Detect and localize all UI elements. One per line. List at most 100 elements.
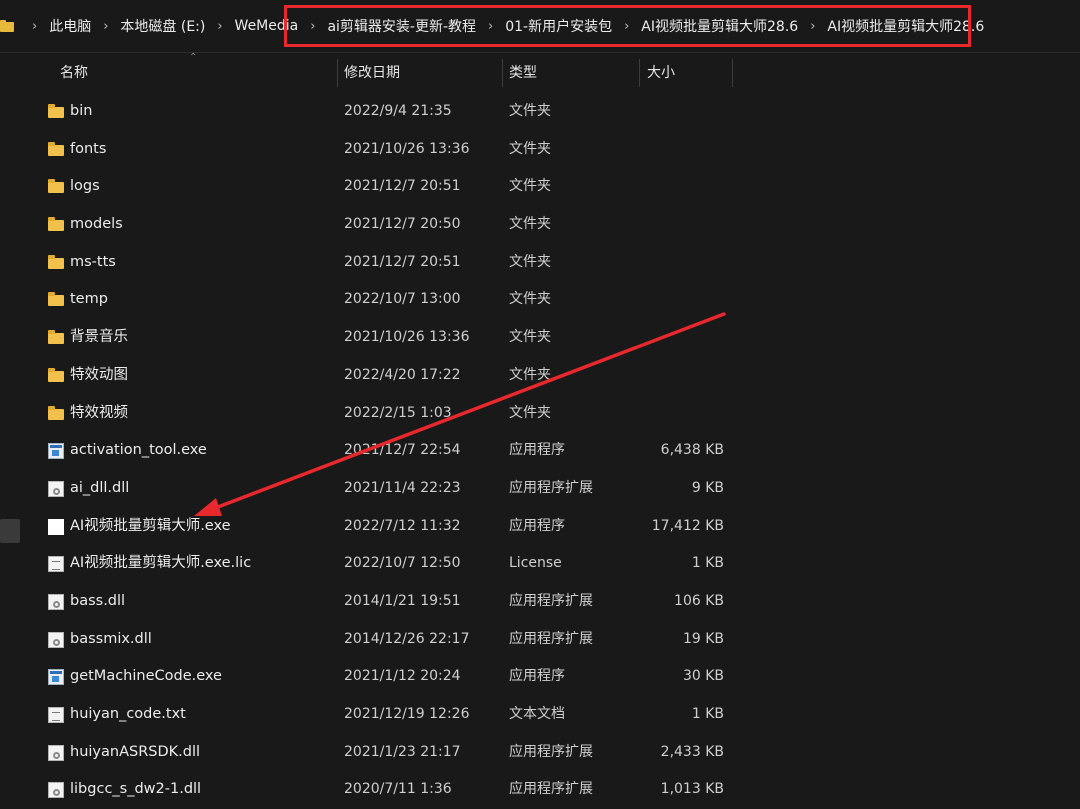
file-row[interactable]: bassmix.dll 2014/12/26 22:17 应用程序扩展 19 KB	[24, 621, 1080, 659]
address-bar[interactable]: › 此电脑 › 本地磁盘 (E:) › WeMedia › ai剪辑器安装-更新…	[0, 0, 1080, 53]
file-type: License	[509, 555, 562, 572]
file-name: bass.dll	[70, 592, 126, 609]
file-list: bin 2022/9/4 21:35 文件夹 fonts 2021/10/26 13:3…	[24, 93, 1080, 809]
file-row[interactable]: ms-tts 2021/12/7 20:51 文件夹	[24, 244, 1080, 282]
column-header-name[interactable]: 名称	[60, 53, 88, 93]
file-name: activation_tool.exe	[70, 442, 207, 459]
file-row[interactable]: AI视频批量剪辑大师.exe.lic 2022/10/7 12:50 License…	[24, 545, 1080, 583]
file-name: 特效动图	[70, 366, 128, 383]
file-name: logs	[70, 178, 100, 195]
doc-icon	[48, 556, 64, 573]
file-row[interactable]: 特效视频 2022/2/15 1:03 文件夹	[24, 395, 1080, 433]
column-header-type[interactable]: 类型	[509, 53, 537, 93]
breadcrumb-item-drive-e[interactable]: 本地磁盘 (E:)	[116, 16, 209, 36]
file-row[interactable]: bass.dll 2014/1/21 19:51 应用程序扩展 106 KB	[24, 583, 1080, 621]
chevron-right-icon[interactable]: ›	[209, 19, 230, 34]
file-size	[624, 168, 724, 206]
chevron-right-icon[interactable]: ›	[802, 19, 823, 34]
breadcrumb-item-install-pack[interactable]: 01-新用户安装包	[501, 16, 616, 36]
column-divider[interactable]	[502, 59, 503, 87]
file-size	[624, 244, 724, 282]
file-row[interactable]: bin 2022/9/4 21:35 文件夹	[24, 93, 1080, 131]
folder-icon	[48, 254, 64, 271]
folder-icon	[48, 179, 64, 195]
file-date-modified: 2021/12/7 20:51	[344, 178, 461, 195]
file-date-modified: 2022/10/7 12:50	[344, 555, 461, 572]
exe-icon	[48, 443, 64, 460]
file-type: 应用程序扩展	[509, 479, 593, 496]
breadcrumb-item-current[interactable]: AI视频批量剪辑大师28.6	[823, 16, 988, 36]
nav-pane-selected-item[interactable]	[0, 519, 20, 543]
file-size	[624, 131, 724, 169]
file-type: 文件夹	[509, 329, 551, 346]
blank-exe-icon	[48, 518, 64, 535]
file-name: getMachineCode.exe	[70, 668, 222, 685]
dll-icon	[48, 593, 64, 610]
breadcrumb-item-this-pc[interactable]: 此电脑	[45, 16, 95, 36]
file-date-modified: 2021/1/12 20:24	[344, 668, 461, 685]
file-row[interactable]: activation_tool.exe 2021/12/7 22:54 应用程序 6,…	[24, 432, 1080, 470]
file-name: models	[70, 216, 123, 233]
column-header-date[interactable]: 修改日期	[344, 53, 400, 93]
file-row[interactable]: getMachineCode.exe 2021/1/12 20:24 应用程序 30 …	[24, 658, 1080, 696]
file-type: 文件夹	[509, 366, 551, 383]
sort-caret-icon: ⌃	[189, 52, 198, 63]
file-size	[624, 93, 724, 131]
file-row[interactable]: huiyanASRSDK.dll 2021/1/23 21:17 应用程序扩展 2,4…	[24, 734, 1080, 772]
file-type: 应用程序	[509, 442, 565, 459]
file-size: 6,438 KB	[660, 442, 724, 459]
file-type: 应用程序扩展	[509, 743, 593, 760]
file-type: 文件夹	[509, 404, 551, 421]
file-name: fonts	[70, 140, 107, 157]
file-size: 9 KB	[691, 479, 724, 496]
file-row[interactable]: models 2021/12/7 20:50 文件夹	[24, 206, 1080, 244]
chevron-right-icon[interactable]: ›	[24, 19, 45, 34]
folder-icon	[48, 330, 64, 346]
chevron-right-icon[interactable]: ›	[480, 19, 501, 34]
file-size: 1 KB	[691, 706, 724, 722]
column-divider[interactable]	[732, 59, 733, 87]
chevron-right-icon[interactable]: ›	[616, 19, 637, 34]
navigation-pane	[0, 53, 22, 800]
file-row[interactable]: temp 2022/10/7 13:00 文件夹	[24, 281, 1080, 319]
file-row[interactable]: ai_dll.dll 2021/11/4 22:23 应用程序扩展 9 KB	[24, 470, 1080, 508]
file-row[interactable]: huiyan_code.txt 2021/12/19 12:26 文本文档 1 KB	[24, 696, 1080, 734]
breadcrumb-item-app-folder[interactable]: AI视频批量剪辑大师28.6	[637, 16, 802, 36]
file-size	[624, 281, 724, 319]
breadcrumb: › 此电脑 › 本地磁盘 (E:) › WeMedia › ai剪辑器安装-更新…	[0, 0, 988, 52]
file-size	[624, 206, 724, 244]
file-size	[624, 319, 724, 357]
chevron-right-icon[interactable]: ›	[95, 19, 116, 34]
file-row[interactable]: fonts 2021/10/26 13:36 文件夹	[24, 131, 1080, 169]
file-name: huiyan_code.txt	[70, 706, 186, 722]
dll-icon	[48, 631, 64, 648]
file-type: 文件夹	[509, 253, 551, 270]
file-date-modified: 2014/1/21 19:51	[344, 592, 461, 609]
file-name: bin	[70, 103, 93, 119]
file-row[interactable]: libgcc_s_dw2-1.dll 2020/7/11 1:36 应用程序扩展 1,…	[24, 771, 1080, 809]
file-size: 30 KB	[682, 668, 724, 685]
file-row[interactable]: logs 2021/12/7 20:51 文件夹	[24, 168, 1080, 206]
folder-icon	[48, 141, 64, 158]
column-divider[interactable]	[639, 59, 640, 87]
file-name: 背景音乐	[70, 329, 128, 346]
file-type: 应用程序扩展	[509, 592, 593, 609]
file-size	[624, 395, 724, 433]
file-row[interactable]: 背景音乐 2021/10/26 13:36 文件夹	[24, 319, 1080, 357]
file-date-modified: 2022/4/20 17:22	[344, 366, 461, 383]
file-size: 19 KB	[682, 630, 724, 647]
column-header-size[interactable]: 大小	[647, 53, 675, 93]
chevron-right-icon[interactable]: ›	[302, 19, 323, 34]
folder-icon	[48, 292, 64, 308]
file-date-modified: 2021/12/7 22:54	[344, 442, 461, 459]
breadcrumb-item-tutorial[interactable]: ai剪辑器安装-更新-教程	[323, 16, 480, 36]
breadcrumb-item-wemedia[interactable]: WeMedia	[231, 18, 303, 34]
dll-icon	[48, 480, 64, 497]
file-row[interactable]: AI视频批量剪辑大师.exe 2022/7/12 11:32 应用程序 17,412 …	[24, 508, 1080, 546]
file-type: 文件夹	[509, 103, 551, 119]
doc-icon	[48, 707, 64, 723]
file-row[interactable]: 特效动图 2022/4/20 17:22 文件夹	[24, 357, 1080, 395]
file-date-modified: 2022/7/12 11:32	[344, 517, 461, 534]
dll-icon	[48, 782, 64, 799]
column-divider[interactable]	[337, 59, 338, 87]
